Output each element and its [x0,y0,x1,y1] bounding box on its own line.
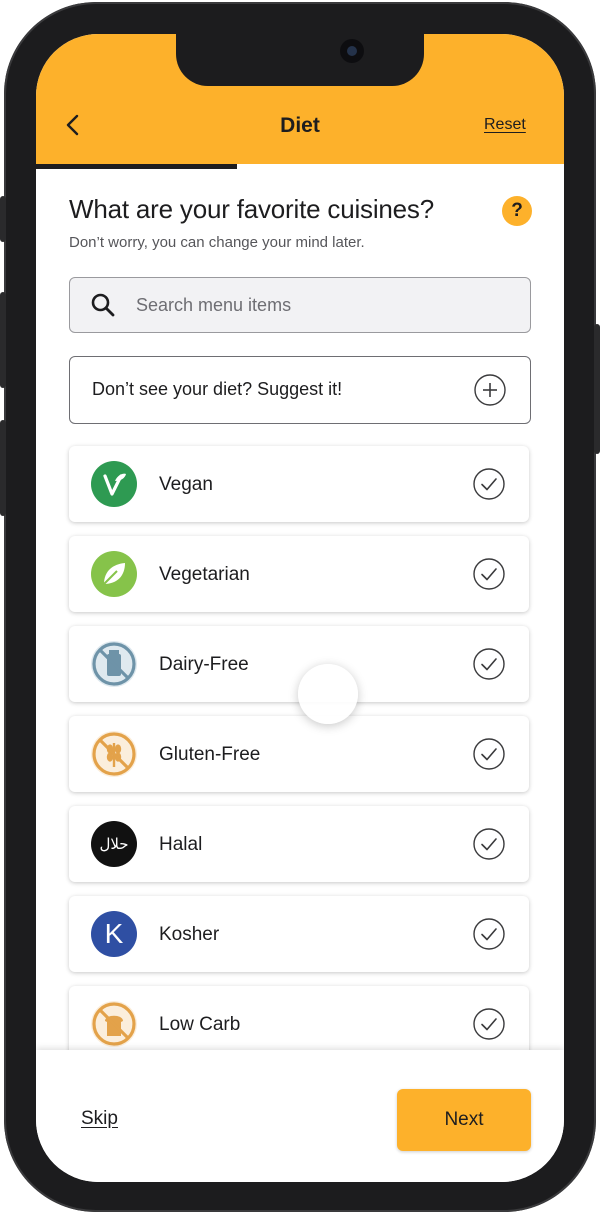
power-button [594,324,600,454]
suggest-diet-button[interactable]: Don’t see your diet? Suggest it! [69,356,531,424]
check-circle-icon [473,468,505,500]
notch [176,34,424,86]
check-circle-icon [473,1008,505,1040]
help-button[interactable]: ? [502,196,532,226]
volume-down-button [0,420,6,516]
dairy-free-icon [91,641,137,687]
gluten-free-icon [91,731,137,777]
diet-item-kosher[interactable]: K Kosher [69,896,529,972]
diet-label: Low Carb [159,1014,241,1035]
diet-label: Vegan [159,474,213,495]
kosher-icon: K [91,911,137,957]
next-button[interactable]: Next [397,1089,531,1151]
diet-item-gluten-free[interactable]: Gluten-Free [69,716,529,792]
check-circle-icon [473,828,505,860]
halal-icon-text: حلال [99,835,129,853]
leaf-icon [91,551,137,597]
check-circle-icon [473,648,505,680]
diet-item-halal[interactable]: حلال Halal [69,806,529,882]
low-carb-icon [91,1001,137,1047]
suggest-label: Don’t see your diet? Suggest it! [92,379,343,399]
question-title: What are your favorite cuisines? [69,194,434,224]
front-camera [340,39,364,63]
search-box[interactable] [69,277,531,333]
check-circle-icon [473,918,505,950]
volume-up-button [0,292,6,388]
question-subtitle: Don’t worry, you can change your mind la… [69,234,365,251]
kosher-icon-text: K [104,918,124,949]
diet-item-vegetarian[interactable]: Vegetarian [69,536,529,612]
check-circle-icon [473,558,505,590]
footer-bar: Skip Next [36,1050,564,1182]
check-circle-icon [473,738,505,770]
skip-button[interactable]: Skip [81,1108,118,1130]
search-icon [91,293,115,317]
diet-label: Kosher [159,924,220,945]
plus-circle-icon [474,374,506,406]
mute-switch [0,196,6,242]
diet-label: Halal [159,834,203,855]
progress-bar [36,164,564,169]
app-screen: Diet Reset What are your favorite cuisin… [36,34,564,1182]
diet-item-vegan[interactable]: Vegan [69,446,529,522]
diet-label: Vegetarian [159,564,250,585]
vegan-icon [91,461,137,507]
touch-indicator [298,664,358,724]
halal-icon: حلال [91,821,137,867]
diet-label: Dairy-Free [159,654,249,675]
progress-fill [36,164,237,169]
search-input[interactable] [136,278,516,332]
diet-label: Gluten-Free [159,744,261,765]
reset-button[interactable]: Reset [484,116,526,134]
